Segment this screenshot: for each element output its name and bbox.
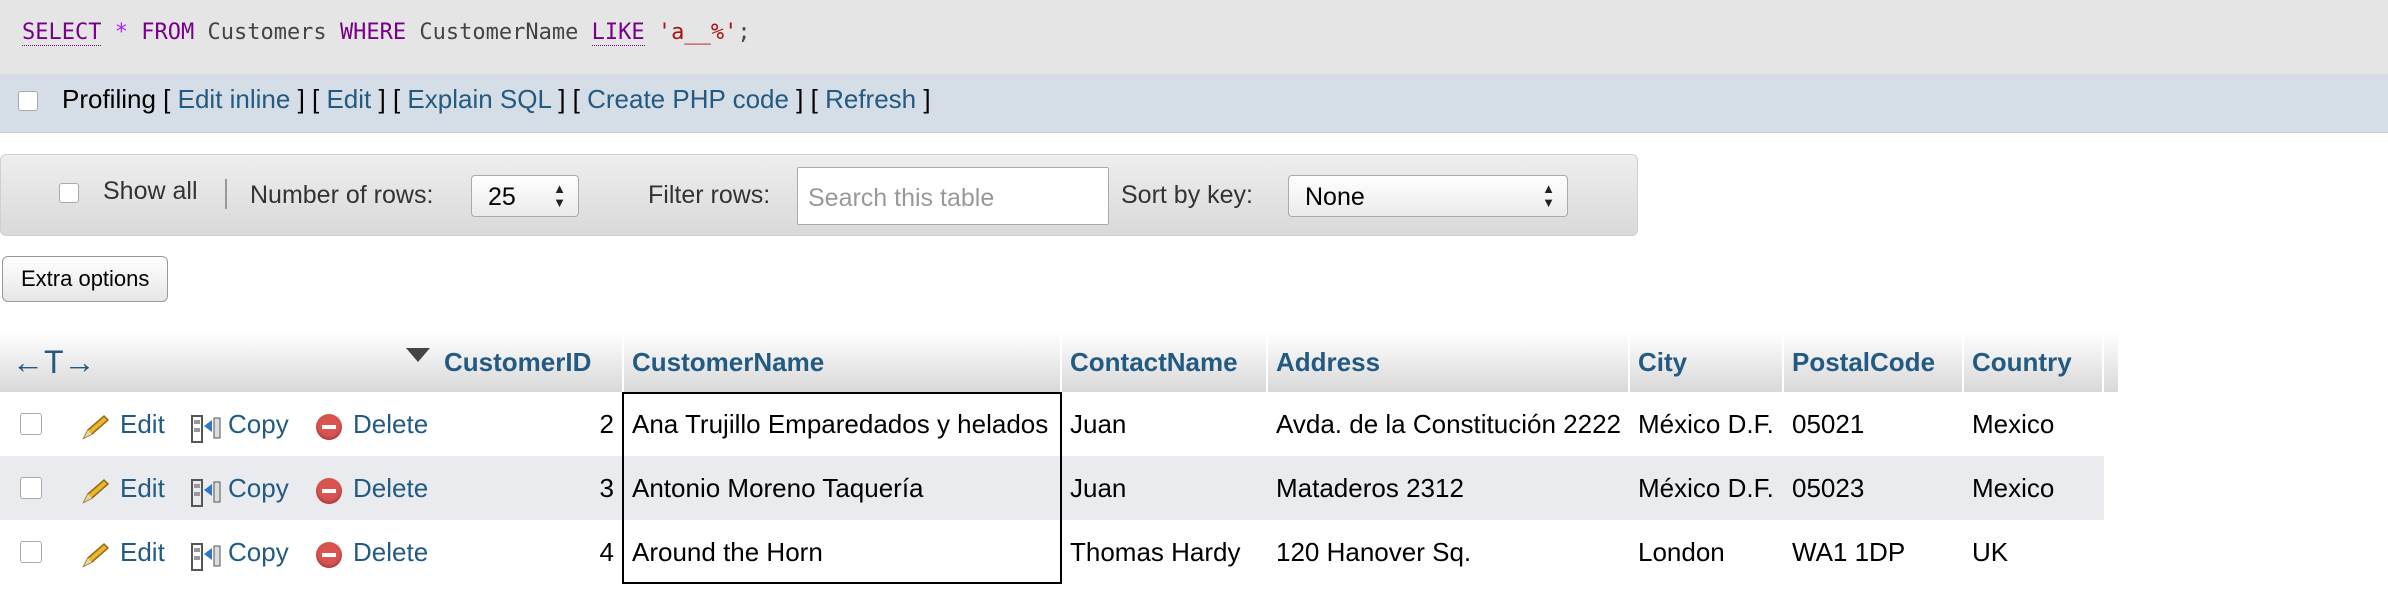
profiling-checkbox[interactable]: [18, 91, 38, 111]
cell-customername: Antonio Moreno Taquería: [632, 473, 924, 503]
col-header-contactname[interactable]: ContactName: [1062, 332, 1268, 392]
table-row: Edit Copy Delete 2 Ana Trujillo Empareda…: [0, 392, 2104, 456]
cell-postalcode: WA1 1DP: [1792, 537, 1906, 567]
sql-query: SELECT * FROM Customers WHERE CustomerNa…: [22, 20, 751, 46]
sql-like-keyword[interactable]: LIKE: [591, 20, 645, 46]
delete-icon: [316, 478, 342, 504]
refresh-link[interactable]: Refresh: [825, 84, 916, 114]
cell-customerid: 2: [599, 409, 614, 439]
explain-sql-link[interactable]: Explain SQL: [407, 84, 551, 114]
delete-row-link[interactable]: Delete: [353, 456, 428, 520]
rows-label: Number of rows:: [250, 181, 434, 209]
pencil-icon: [82, 478, 110, 504]
cell-city: London: [1638, 537, 1725, 567]
col-header-customername[interactable]: CustomerName: [624, 332, 1062, 392]
cell-city: México D.F.: [1638, 409, 1774, 439]
sql-pattern: 'a__%': [657, 20, 738, 45]
pencil-icon: [82, 542, 110, 568]
copy-icon: [191, 543, 221, 571]
cell-contactname: Juan: [1070, 473, 1127, 503]
table-row: Edit Copy Delete 4 Around the Horn Thoma…: [0, 520, 2104, 584]
show-all-checkbox[interactable]: [59, 183, 79, 203]
cell-country: Mexico: [1972, 409, 2055, 439]
filter-rows-input[interactable]: Search this table: [797, 167, 1109, 225]
sort-label: Sort by key:: [1121, 181, 1253, 209]
copy-icon: [191, 415, 221, 443]
col-header-country[interactable]: Country: [1964, 332, 2104, 392]
cell-customername: Ana Trujillo Emparedados y helados: [632, 409, 1049, 439]
cell-customerid: 4: [599, 537, 614, 567]
table-row: Edit Copy Delete 3 Antonio Moreno Taquer…: [0, 456, 2104, 520]
filter-label: Filter rows:: [648, 181, 771, 209]
rows-select[interactable]: 25 ▲ ▼: [471, 175, 579, 217]
edit-inline-link[interactable]: Edit inline: [178, 84, 291, 114]
divider: [225, 179, 227, 209]
sql-table: Customers: [207, 20, 327, 45]
delete-row-link[interactable]: Delete: [353, 392, 428, 456]
delete-icon: [316, 542, 342, 568]
row-checkbox[interactable]: [20, 541, 42, 563]
sql-select-keyword[interactable]: SELECT: [22, 20, 102, 46]
col-header-postalcode[interactable]: PostalCode: [1784, 332, 1964, 392]
navigation-panel: Show all Number of rows: 25 ▲ ▼ Filter ro…: [0, 154, 1638, 236]
show-all-label: Show all: [103, 177, 198, 205]
cell-postalcode: 05023: [1792, 473, 1865, 503]
sql-column: CustomerName: [419, 20, 579, 45]
cell-city: México D.F.: [1638, 473, 1774, 503]
cell-customername: Around the Horn: [632, 537, 823, 567]
edit-row-link[interactable]: Edit: [120, 456, 165, 520]
select-arrows-icon: ▲ ▼: [553, 181, 566, 210]
col-header-city[interactable]: City: [1630, 332, 1784, 392]
col-header-address[interactable]: Address: [1268, 332, 1630, 392]
cell-country: Mexico: [1972, 473, 2055, 503]
create-php-code-link[interactable]: Create PHP code: [587, 84, 789, 114]
profiling-label: Profiling: [62, 84, 156, 114]
edit-row-link[interactable]: Edit: [120, 392, 165, 456]
sort-select[interactable]: None ▲ ▼: [1288, 175, 1568, 217]
copy-row-link[interactable]: Copy: [228, 392, 289, 456]
sql-query-box: SELECT * FROM Customers WHERE CustomerNa…: [0, 0, 2388, 75]
column-arrows-icon[interactable]: ←T→: [12, 344, 96, 381]
cell-address: 120 Hanover Sq.: [1276, 537, 1472, 567]
rows-value: 25: [488, 183, 516, 211]
copy-row-link[interactable]: Copy: [228, 456, 289, 520]
copy-icon: [191, 479, 221, 507]
sql-where-keyword: WHERE: [339, 20, 407, 45]
sort-value: None: [1305, 183, 1365, 211]
delete-row-link[interactable]: Delete: [353, 520, 428, 584]
sort-triangle-icon[interactable]: [406, 348, 430, 362]
cell-country: UK: [1972, 537, 2009, 567]
sql-end: ;: [737, 20, 751, 45]
col-header-customerid[interactable]: CustomerID: [436, 332, 624, 392]
select-arrows-icon: ▲ ▼: [1542, 181, 1555, 210]
edit-row-link[interactable]: Edit: [120, 520, 165, 584]
pencil-icon: [82, 414, 110, 440]
copy-row-link[interactable]: Copy: [228, 520, 289, 584]
row-checkbox[interactable]: [20, 413, 42, 435]
cell-address: Avda. de la Constitución 2222: [1276, 409, 1621, 439]
query-tools-bar: Profiling [ Edit inline ] [ Edit ] [ Exp…: [0, 74, 2388, 133]
edit-link[interactable]: Edit: [326, 84, 371, 114]
cell-postalcode: 05021: [1792, 409, 1865, 439]
sql-from-keyword: FROM: [141, 20, 195, 45]
sql-star: *: [114, 20, 128, 45]
extra-options-button[interactable]: Extra options: [2, 256, 169, 302]
cell-contactname: Thomas Hardy: [1070, 537, 1241, 567]
cell-address: Mataderos 2312: [1276, 473, 1464, 503]
delete-icon: [316, 414, 342, 440]
cell-contactname: Juan: [1070, 409, 1127, 439]
table-header: ←T→ CustomerID CustomerName ContactName …: [0, 332, 2118, 392]
cell-customerid: 3: [599, 473, 614, 503]
row-checkbox[interactable]: [20, 477, 42, 499]
